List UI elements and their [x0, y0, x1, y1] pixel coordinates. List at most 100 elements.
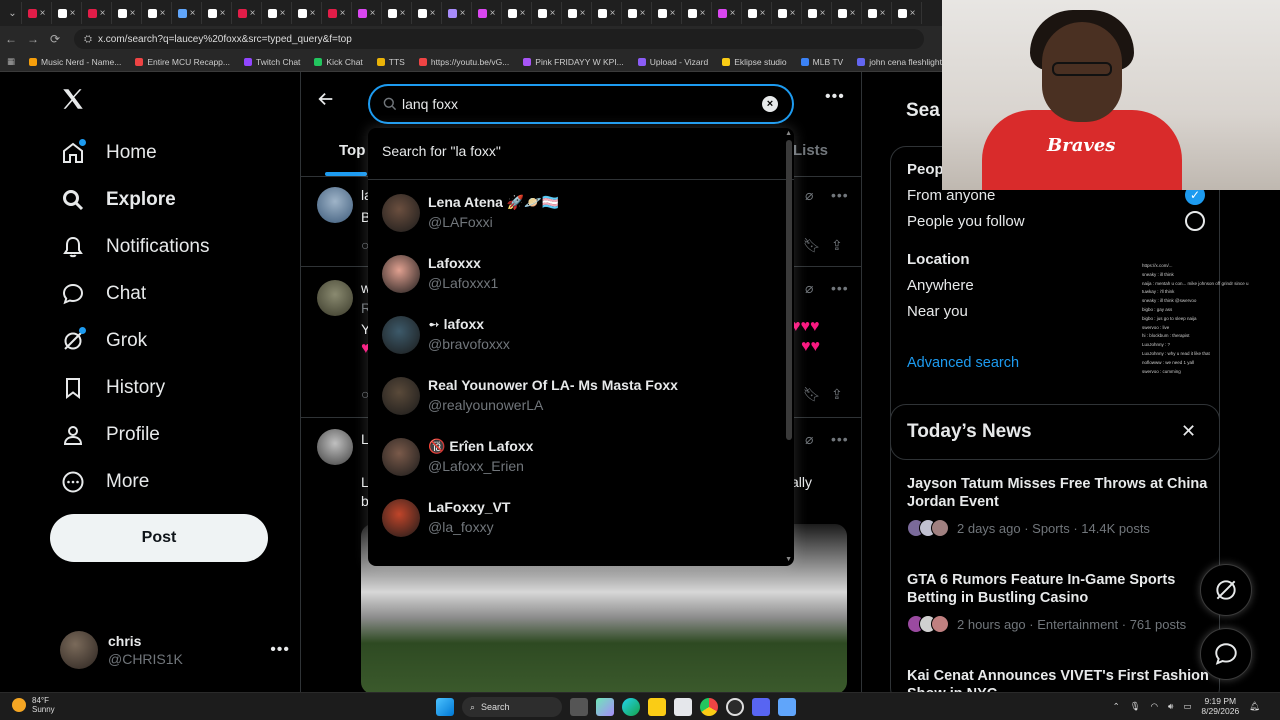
browser-tab[interactable]: ×: [112, 2, 142, 24]
post-button[interactable]: Post: [50, 514, 268, 562]
close-icon[interactable]: ✕: [1181, 421, 1196, 442]
sidebar-item-home[interactable]: Home: [60, 139, 157, 166]
bookmark-item[interactable]: Entire MCU Recapp...: [128, 57, 237, 67]
back-arrow-icon[interactable]: [317, 90, 335, 113]
tab-close-icon[interactable]: ×: [190, 8, 196, 19]
sidebar-item-grok[interactable]: Grok: [60, 327, 147, 354]
bookmark-item[interactable]: john cena fleshlight: [850, 57, 949, 67]
forward-icon[interactable]: →: [22, 32, 44, 46]
search-box[interactable]: ×: [368, 84, 794, 124]
advanced-search-link[interactable]: Advanced search: [907, 355, 1019, 371]
browser-tab[interactable]: ×: [712, 2, 742, 24]
share-icon[interactable]: ⇪: [831, 237, 843, 254]
filter-near-you[interactable]: Near you: [907, 303, 968, 320]
tab-close-icon[interactable]: ×: [250, 8, 256, 19]
tab-top[interactable]: Top: [339, 142, 365, 159]
browser-tab[interactable]: ×: [892, 2, 922, 24]
tab-close-icon[interactable]: ×: [700, 8, 706, 19]
browser-tab[interactable]: ×: [322, 2, 352, 24]
sidebar-item-explore[interactable]: Explore: [60, 187, 176, 213]
site-info-icon[interactable]: ⛭: [84, 34, 92, 45]
bookmark-item[interactable]: Pink FRIDAYY W KPI...: [516, 57, 630, 67]
more-dots-icon[interactable]: •••: [825, 88, 845, 106]
tab-close-icon[interactable]: ×: [490, 8, 496, 19]
bookmark-icon[interactable]: 🔖︎: [803, 386, 821, 403]
grok-icon[interactable]: ⌀: [805, 280, 813, 297]
tab-close-icon[interactable]: ×: [730, 8, 736, 19]
browser-tab[interactable]: ×: [202, 2, 232, 24]
tab-close-icon[interactable]: ×: [40, 8, 46, 19]
tab-close-icon[interactable]: ×: [670, 8, 676, 19]
tab-close-icon[interactable]: ×: [220, 8, 226, 19]
tab-close-icon[interactable]: ×: [70, 8, 76, 19]
clear-search-icon[interactable]: ×: [762, 96, 778, 112]
notepad-icon[interactable]: [778, 698, 796, 716]
tab-close-icon[interactable]: ×: [430, 8, 436, 19]
tab-close-icon[interactable]: ×: [310, 8, 316, 19]
browser-tab[interactable]: ×: [472, 2, 502, 24]
volume-icon[interactable]: 🔊︎: [1168, 701, 1173, 712]
tab-close-icon[interactable]: ×: [100, 8, 106, 19]
browser-tab[interactable]: ×: [52, 2, 82, 24]
share-icon[interactable]: ⇪: [831, 386, 843, 403]
tab-close-icon[interactable]: ×: [820, 8, 826, 19]
browser-tab[interactable]: ×: [232, 2, 262, 24]
tab-close-icon[interactable]: ×: [580, 8, 586, 19]
mic-icon[interactable]: 🎙︎: [1130, 701, 1141, 712]
grok-fab-icon[interactable]: [1200, 564, 1252, 616]
reload-icon[interactable]: ⟳: [44, 32, 66, 46]
filter-people-you-follow[interactable]: People you follow: [907, 213, 1025, 230]
browser-tab[interactable]: ×: [652, 2, 682, 24]
user-suggestion[interactable]: Lafoxxx @Lafoxxx1: [382, 251, 782, 301]
bookmark-item[interactable]: https://youtu.be/vG...: [412, 57, 516, 67]
browser-tab[interactable]: ×: [862, 2, 892, 24]
tab-close-icon[interactable]: ×: [370, 8, 376, 19]
grok-icon[interactable]: ⌀: [805, 187, 813, 204]
tab-close-icon[interactable]: ×: [790, 8, 796, 19]
url-field[interactable]: ⛭ x.com/search?q=laucey%20foxx&src=typed…: [74, 29, 924, 49]
more-dots-icon[interactable]: •••: [831, 187, 849, 203]
browser-tab[interactable]: ×: [22, 2, 52, 24]
bookmark-item[interactable]: Music Nerd - Name...: [22, 57, 128, 67]
file-explorer-icon[interactable]: [648, 698, 666, 716]
more-dots-icon[interactable]: •••: [270, 641, 290, 659]
bookmark-item[interactable]: Eklipse studio: [715, 57, 793, 67]
chrome-icon[interactable]: [700, 698, 718, 716]
edge-icon[interactable]: [622, 698, 640, 716]
scroll-up-icon[interactable]: ▲: [785, 130, 792, 137]
tab-list-dropdown-icon[interactable]: ⌄: [4, 2, 22, 24]
tab-close-icon[interactable]: ×: [280, 8, 286, 19]
account-switcher[interactable]: chris @CHRIS1K •••: [60, 628, 290, 672]
radio-people-you-follow[interactable]: [1185, 211, 1205, 231]
store-icon[interactable]: [674, 698, 692, 716]
chevron-up-icon[interactable]: ⌃: [1113, 701, 1120, 712]
bookmark-item[interactable]: TTS: [370, 57, 412, 67]
browser-tab[interactable]: ×: [412, 2, 442, 24]
browser-tab[interactable]: ×: [562, 2, 592, 24]
grok-icon[interactable]: ⌀: [805, 431, 813, 448]
task-view-icon[interactable]: [570, 698, 588, 716]
copilot-icon[interactable]: [596, 698, 614, 716]
bookmark-item[interactable]: Kick Chat: [307, 57, 369, 67]
battery-icon[interactable]: ▭: [1183, 701, 1191, 712]
user-suggestion[interactable]: ➻ lafoxx @bravofoxxx: [382, 312, 782, 362]
tab-close-icon[interactable]: ×: [340, 8, 346, 19]
browser-tab[interactable]: ×: [772, 2, 802, 24]
browser-tab[interactable]: ×: [502, 2, 532, 24]
search-input[interactable]: [402, 96, 742, 112]
tab-close-icon[interactable]: ×: [760, 8, 766, 19]
tab-close-icon[interactable]: ×: [850, 8, 856, 19]
browser-tab[interactable]: ×: [832, 2, 862, 24]
filter-anywhere[interactable]: Anywhere: [907, 277, 974, 294]
news-item[interactable]: Jayson Tatum Misses Free Throws at China…: [907, 475, 1217, 537]
discord-icon[interactable]: [752, 698, 770, 716]
chat-fab-icon[interactable]: [1200, 628, 1252, 680]
apps-grid-icon[interactable]: ▦: [0, 56, 22, 67]
user-suggestion[interactable]: Real Younower Of LA- Ms Masta Foxx @realy…: [382, 373, 782, 423]
tab-close-icon[interactable]: ×: [400, 8, 406, 19]
browser-tab[interactable]: ×: [682, 2, 712, 24]
browser-tab[interactable]: ×: [442, 2, 472, 24]
tab-close-icon[interactable]: ×: [550, 8, 556, 19]
tab-close-icon[interactable]: ×: [460, 8, 466, 19]
browser-tab[interactable]: ×: [82, 2, 112, 24]
